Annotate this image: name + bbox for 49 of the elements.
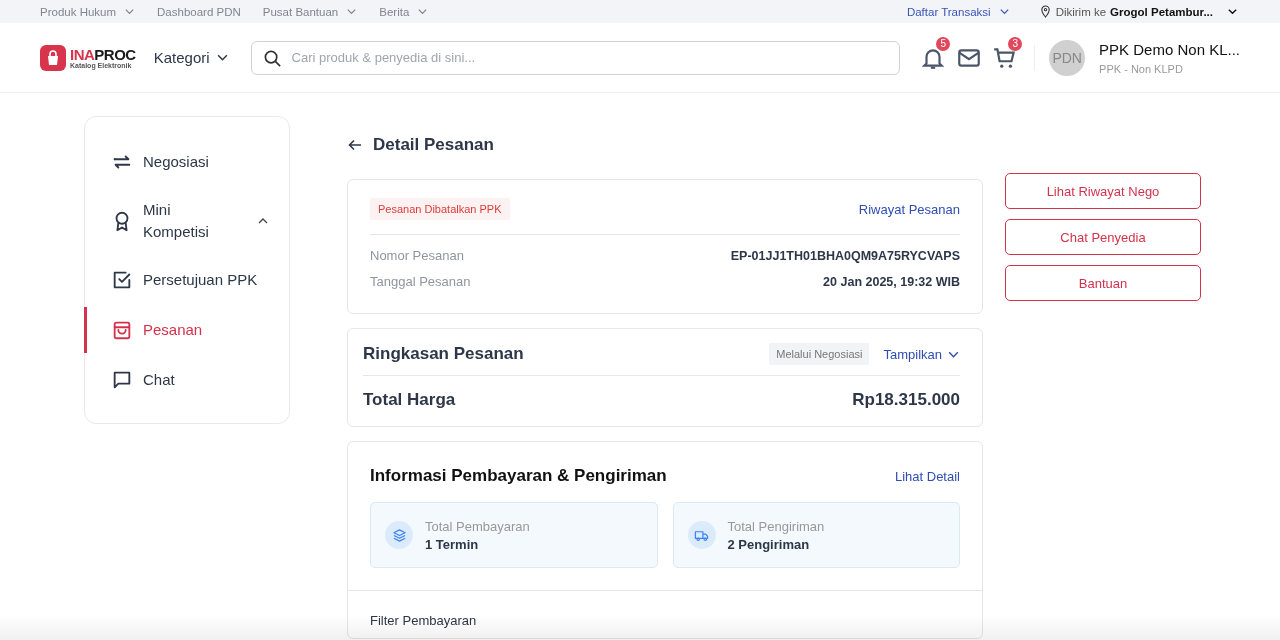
sidebar-item[interactable]: Mini Kompetisi <box>84 189 289 253</box>
chat-bubble-icon <box>111 369 133 391</box>
back-arrow-icon[interactable] <box>347 137 363 153</box>
order-status-tag: Pesanan Dibatalkan PPK <box>370 198 510 220</box>
notification-count-badge: 5 <box>936 36 951 51</box>
detail-link[interactable]: Lihat Detail <box>894 468 960 484</box>
filter-label: Filter Pembayaran <box>370 613 477 628</box>
action-button[interactable]: Chat Penyedia <box>1005 219 1201 255</box>
tile-value: 1 Termin <box>425 536 480 552</box>
total-label: Total Harga <box>363 390 456 410</box>
tile-label: Total Pembayaran <box>425 518 530 534</box>
shopping-bag-logo-icon <box>40 44 66 71</box>
summary-title: Ringkasan Pesanan <box>363 344 524 364</box>
search-icon <box>262 48 282 68</box>
sidebar-item[interactable]: Negosiasi <box>84 139 289 185</box>
order-history-link[interactable]: Riwayat Pesanan <box>858 201 960 217</box>
action-button[interactable]: Bantuan <box>1005 265 1201 301</box>
delivery-label: Dikirim ke <box>1055 5 1107 18</box>
page-title: Detail Pesanan <box>373 135 494 155</box>
user-role: PPK - Non KLPD <box>1099 62 1184 75</box>
checkbox-icon <box>111 269 133 291</box>
field-value: 20 Jan 2025, 19:32 WIB <box>823 274 960 291</box>
category-menu-button[interactable]: Kategori <box>153 49 210 66</box>
tile-value: 2 Pengiriman <box>727 536 811 552</box>
transactions-link[interactable]: Daftar Transaksi <box>906 5 991 18</box>
dropdown-caret-icon[interactable] <box>1227 6 1238 17</box>
field-label: Nomor Pesanan <box>370 247 464 265</box>
section-title: Informasi Pembayaran & Pengiriman <box>370 466 667 486</box>
action-button[interactable]: Lihat Riwayat Nego <box>1005 173 1201 209</box>
search-field[interactable]: Cari produk & penyedia di sini... <box>250 40 901 75</box>
location-pin-icon <box>1039 5 1051 18</box>
tile-label: Total Pengiriman <box>727 518 825 534</box>
top-nav-link[interactable]: Pusat Bantuan <box>262 5 339 18</box>
layers-icon <box>385 521 413 549</box>
field-value: EP-01JJ1TH01BHA0QM9A75RYCVAPS <box>730 248 960 265</box>
cart-count-badge: 3 <box>1008 36 1023 51</box>
shopping-bag-icon <box>111 319 133 341</box>
field-label: Tanggal Pesanan <box>370 273 471 291</box>
sidebar-item[interactable]: Pesanan <box>84 307 289 353</box>
sidebar-item[interactable]: Persetujuan PPK <box>84 257 289 303</box>
top-nav-link[interactable]: Dashboard PDN <box>157 5 241 18</box>
show-toggle-link[interactable]: Tampilkan <box>883 346 942 362</box>
truck-icon <box>687 521 716 549</box>
user-name[interactable]: PPK Demo Non KL... <box>1099 40 1240 58</box>
total-price: Rp18.315.000 <box>852 390 960 410</box>
logo-wordmark: INAPROC <box>70 46 136 62</box>
method-tag: Melalui Negosiasi <box>769 343 870 365</box>
sidebar-item[interactable]: Chat <box>84 357 289 403</box>
delivery-location[interactable]: Grogol Petambur... <box>1110 5 1213 18</box>
